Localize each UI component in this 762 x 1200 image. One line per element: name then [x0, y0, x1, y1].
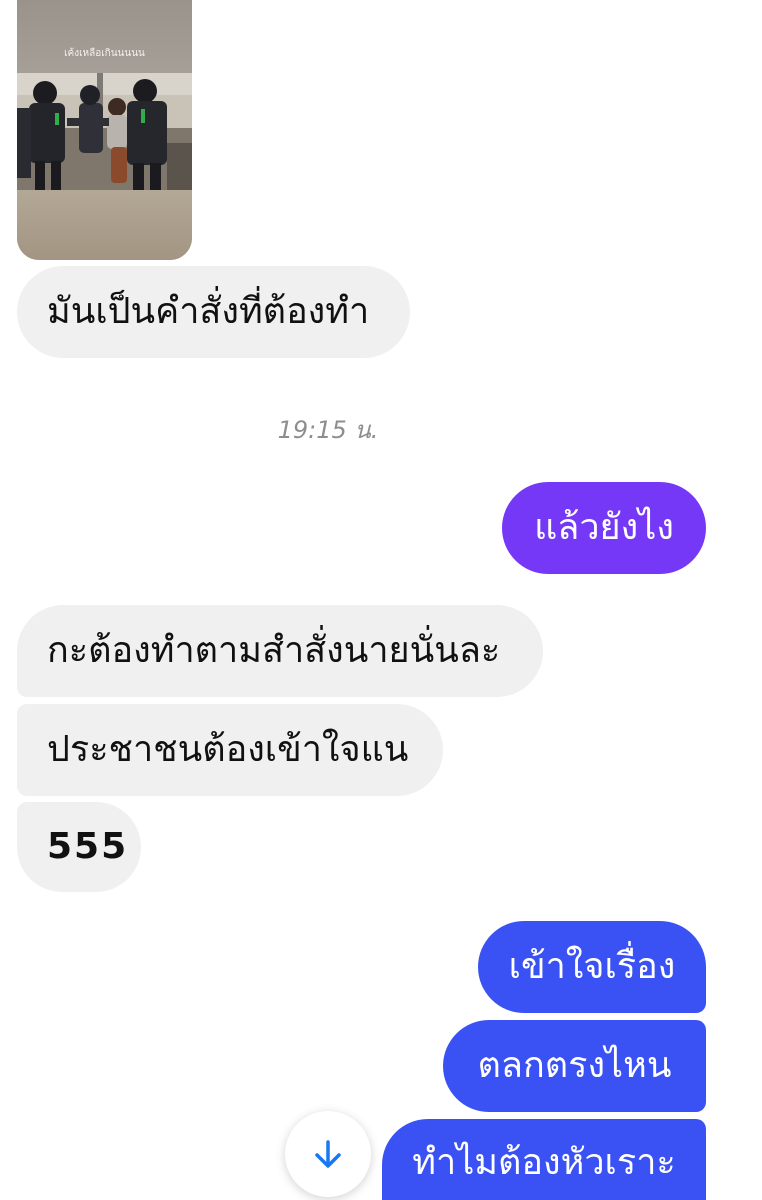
message-text: มันเป็นคำสั่งที่ต้องทำ [47, 291, 370, 332]
story-bottom-band [17, 190, 192, 260]
message-text: ตลกตรงไหน [477, 1045, 672, 1086]
outgoing-message[interactable]: เข้าใจเรื่อง [478, 921, 706, 1013]
outgoing-message[interactable]: ตลกตรงไหน [443, 1020, 706, 1112]
story-top-band [17, 0, 192, 78]
message-text: เข้าใจเรื่อง [508, 946, 676, 987]
arrow-down-icon [315, 1140, 341, 1168]
outgoing-message[interactable]: ทำไมต้องหัวเราะ [382, 1119, 706, 1200]
incoming-message[interactable]: ประชาชนต้องเข้าใจแน [17, 704, 443, 796]
story-reply-thumbnail[interactable]: เค้งเหลือเกินนนนน [17, 0, 192, 260]
message-text: ประชาชนต้องเข้าใจแน [47, 729, 409, 770]
incoming-message[interactable]: 555 [17, 802, 141, 892]
story-photo [17, 73, 192, 190]
message-text: กะต้องทำตามสำสั่งนายนั่นละ [47, 630, 501, 671]
message-timestamp: 19:15 น. [277, 416, 379, 444]
story-caption: เค้งเหลือเกินนนนน [64, 48, 145, 59]
incoming-message[interactable]: กะต้องทำตามสำสั่งนายนั่นละ [17, 605, 543, 697]
message-text: แล้วยังไง [534, 507, 674, 548]
incoming-message[interactable]: มันเป็นคำสั่งที่ต้องทำ [17, 266, 410, 358]
message-text: ทำไมต้องหัวเราะ [412, 1142, 676, 1183]
outgoing-message[interactable]: แล้วยังไง [502, 482, 706, 574]
message-text: 555 [47, 826, 129, 867]
scroll-to-bottom-button[interactable] [285, 1111, 371, 1197]
